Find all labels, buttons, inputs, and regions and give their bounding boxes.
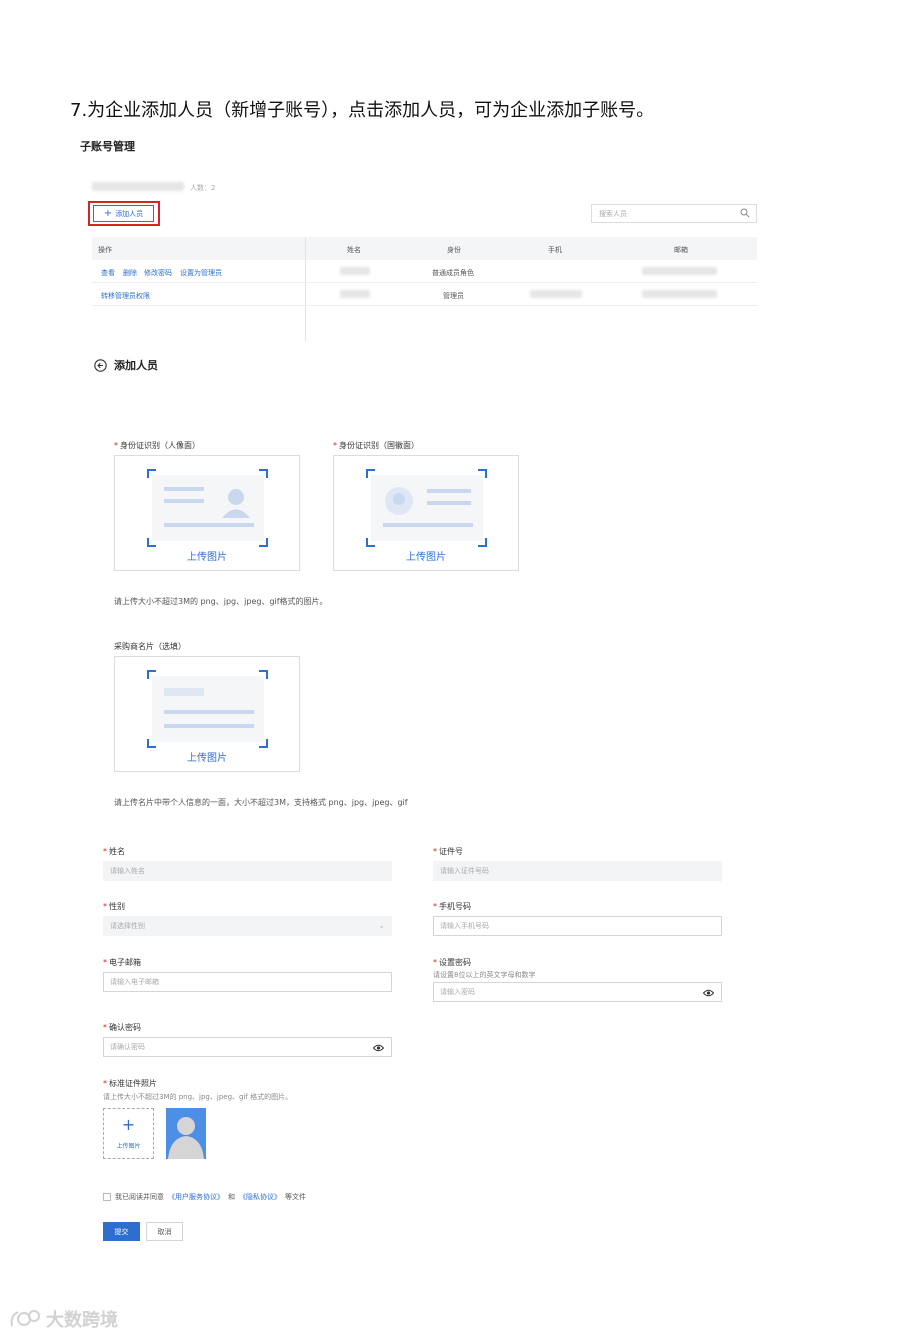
transfer-admin-link[interactable]: 转移管理员权限 [101,291,150,301]
privacy-agreement-link[interactable]: 《隐私协议》 [239,1192,281,1202]
search-icon[interactable] [740,208,750,218]
agree-and: 和 [228,1193,235,1201]
set-admin-link[interactable]: 设置为管理员 [180,268,222,278]
chevron-down-icon: ⌄ [378,921,385,930]
change-password-link[interactable]: 修改密码 [144,268,172,278]
business-card-upload[interactable]: 上传图片 [114,656,300,772]
password-label: * 设置密码 [433,958,471,967]
business-card-hint: 请上传名片中带个人信息的一面，大小不超过3M，支持格式 png、jpg、jpeg… [114,798,408,807]
email-input[interactable]: 请输入电子邮箱 [103,972,392,992]
name-label: * 姓名 [103,847,125,856]
agree-checkbox[interactable] [103,1193,111,1201]
col-actions: 操作 [98,246,112,254]
phone-input[interactable]: 请输入手机号码 [433,916,722,936]
idno-input[interactable]: 请输入证件号码 [433,861,722,881]
view-link[interactable]: 查看 [101,268,115,278]
watermark: 大数跨境 [8,1306,118,1332]
email-blurred [642,267,717,275]
watermark-logo-icon [10,1310,40,1327]
phone-blurred [530,290,582,298]
password-input[interactable]: 请输入密码 [433,982,722,1002]
upload-label: 上传图片 [116,1143,141,1150]
col-name: 姓名 [347,246,361,254]
sample-photo-image [166,1108,206,1159]
id-front-label: * 身份证识别（人像面） [114,441,200,450]
watermark-text: 大数跨境 [46,1310,118,1331]
name-blurred [340,267,370,275]
col-phone: 手机 [548,246,562,254]
cancel-button[interactable]: 取消 [146,1222,183,1241]
instruction-heading: 7.为企业添加人员（新增子账号），点击添加人员，可为企业添加子账号。 [70,100,655,121]
company-name-blurred [92,182,184,191]
table-row: 转移管理员权限 管理员 [92,283,757,306]
password-hint: 请设置8位以上的英文字母和数字 [433,971,536,979]
role-text: 普通成员角色 [432,269,474,277]
user-service-agreement-link[interactable]: 《用户服务协议》 [168,1192,224,1202]
upload-label: 上传图片 [187,753,227,764]
plus-icon: + [121,1115,136,1134]
page-title: 添加人员 [114,359,158,372]
business-card-illustration [152,676,264,742]
photo-label: * 标准证件照片 [103,1079,157,1088]
submit-button[interactable]: 提交 [103,1222,140,1241]
photo-upload-button[interactable]: + 上传图片 [103,1108,154,1159]
col-role: 身份 [447,246,461,254]
phone-label: * 手机号码 [433,902,471,911]
member-count: 人数：2 [190,184,216,192]
eye-icon[interactable] [703,989,714,997]
upload-label: 上传图片 [406,552,446,563]
upload-label: 上传图片 [187,552,227,563]
search-input[interactable]: 搜索人员 [591,204,757,223]
gender-label: * 性别 [103,902,125,911]
id-portrait-illustration [152,475,264,541]
role-text: 管理员 [443,292,464,300]
search-placeholder: 搜索人员 [599,209,627,218]
subaccount-title: 子账号管理 [80,140,135,153]
table-header: 操作 姓名 身份 手机 邮箱 [92,237,757,260]
photo-hint: 请上传大小不超过3M的 png、jpg、jpeg、gif 格式的图片。 [103,1093,293,1101]
col-email: 邮箱 [674,246,688,254]
add-person-label: 添加人员 [115,209,144,218]
business-card-label: 采购商名片（选填） [114,642,186,651]
id-back-label: * 身份证识别（国徽面） [333,441,419,450]
email-label: * 电子邮箱 [103,958,141,967]
agree-prefix: 我已阅读并同意 [115,1193,164,1201]
name-blurred [340,290,370,298]
agreement-row: 我已阅读并同意 《用户服务协议》和《隐私协议》 等文件 [103,1192,306,1202]
gender-select[interactable]: 请选择性别 ⌄ [103,916,392,936]
back-to-list[interactable]: 添加人员 [94,357,158,373]
confirm-password-input[interactable]: 请确认密码 [103,1037,392,1057]
delete-link[interactable]: 删除 [123,268,137,278]
agree-suffix: 等文件 [285,1193,306,1201]
confirm-password-label: * 确认密码 [103,1023,141,1032]
eye-icon[interactable] [373,1044,384,1052]
plus-icon: + [103,208,113,219]
id-upload-hint: 请上传大小不超过3M的 png、jpg、jpeg、gif格式的图片。 [114,597,328,606]
back-arrow-icon[interactable] [94,358,107,372]
email-blurred [642,290,717,298]
name-input[interactable]: 请输入姓名 [103,861,392,881]
id-front-upload[interactable]: 上传图片 [114,455,300,571]
id-back-upload[interactable]: 上传图片 [333,455,519,571]
id-emblem-illustration [371,475,483,541]
table-row: 查看 删除 修改密码 设置为管理员 普通成员角色 [92,260,757,283]
add-person-button[interactable]: + 添加人员 [93,205,154,222]
idno-label: * 证件号 [433,847,463,856]
